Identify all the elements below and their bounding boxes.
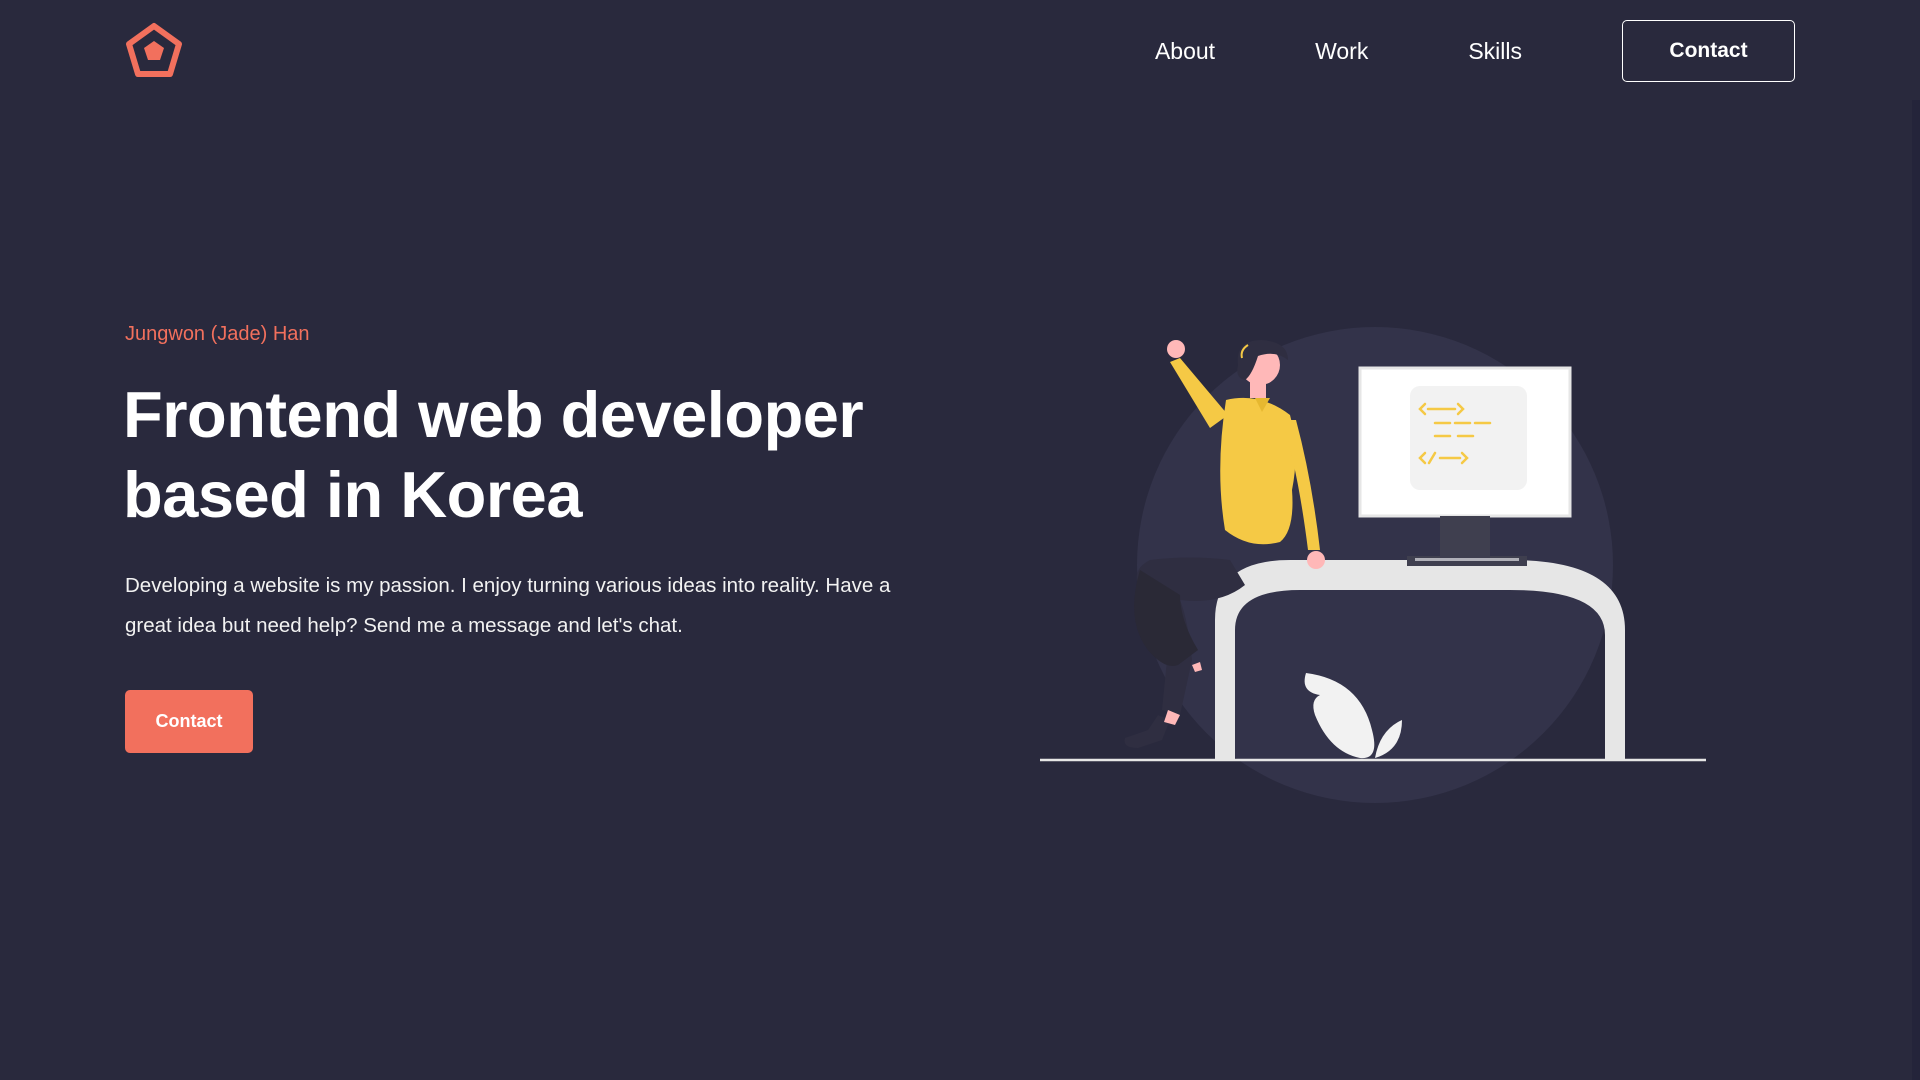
scrollbar-track[interactable]	[1912, 0, 1920, 1080]
page-title: Frontend web developer based in Korea	[123, 375, 983, 535]
portfolio-page: About Work Skills Contact Jungwon (Jade)…	[0, 0, 1920, 1080]
hero-description: Developing a website is my passion. I en…	[125, 566, 965, 646]
pentagon-logo-icon[interactable]	[124, 22, 184, 78]
main-nav: About Work Skills Contact	[1155, 20, 1795, 82]
headline-line-1: Frontend web developer	[123, 378, 864, 451]
developer-at-desk-illustration	[1030, 320, 1730, 810]
headline-line-2: based in Korea	[123, 458, 582, 531]
nav-item-work[interactable]: Work	[1315, 38, 1368, 65]
nav-item-skills[interactable]: Skills	[1468, 38, 1522, 65]
nav-item-about[interactable]: About	[1155, 38, 1215, 65]
description-line-2: great idea but need help? Send me a mess…	[125, 614, 683, 637]
hero-contact-button[interactable]: Contact	[125, 690, 253, 753]
scrollbar-thumb[interactable]	[1912, 100, 1920, 1080]
description-line-1: Developing a website is my passion. I en…	[125, 574, 891, 597]
nav-contact-button[interactable]: Contact	[1622, 20, 1795, 82]
author-name: Jungwon (Jade) Han	[125, 323, 310, 345]
